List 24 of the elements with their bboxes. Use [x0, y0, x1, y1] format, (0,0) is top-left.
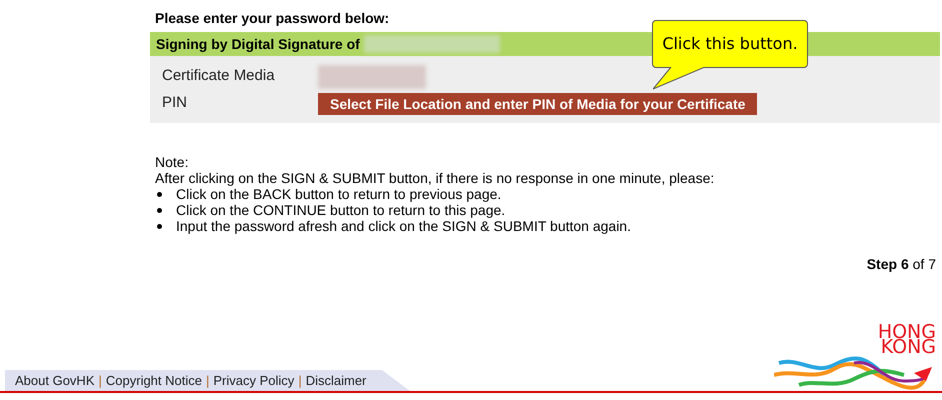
separator: |	[298, 372, 302, 390]
logo-wordmark: HONG KONG	[878, 325, 936, 355]
bullet-icon	[157, 224, 162, 228]
footer-link[interactable]: About GovHK	[15, 370, 94, 390]
ribbon-logo-icon	[774, 355, 934, 391]
footer-link[interactable]: Disclaimer	[306, 370, 366, 390]
callout-tail-icon	[653, 67, 705, 91]
footer-link[interactable]: Privacy Policy	[213, 370, 294, 390]
note-item: Input the password afresh and click on the SIGN & SUBMIT button again.	[176, 218, 631, 234]
note-item: Click on the BACK button to return to previous page.	[176, 186, 502, 202]
footer-link[interactable]: Copyright Notice	[106, 370, 202, 390]
note-title: Note:	[155, 154, 190, 170]
signing-label: Signing by Digital Signature of	[156, 34, 360, 54]
field-label: Certificate Media	[162, 66, 276, 86]
form-heading: Please enter your password below:	[154, 9, 390, 28]
bullet-icon	[157, 192, 162, 196]
select-file-button[interactable]: Select File Location and enter PIN of Media for your Certificate	[318, 92, 758, 114]
bullet-icon	[157, 208, 162, 212]
note-item: Click on the CONTINUE button to return to this page.	[176, 202, 506, 218]
step-indicator: Step 6 of 7	[866, 255, 936, 274]
note-text: After clicking on the SIGN & SUBMIT button, if there is no response in one minute, please:	[155, 170, 716, 186]
field-label: PIN	[162, 93, 188, 114]
separator: |	[98, 372, 102, 390]
separator: |	[206, 372, 210, 390]
